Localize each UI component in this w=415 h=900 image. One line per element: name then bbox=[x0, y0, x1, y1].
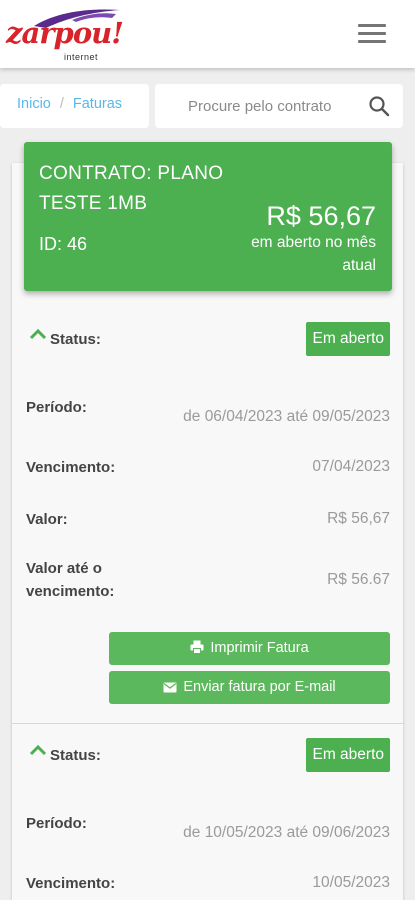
email-invoice-label: Enviar fatura por E-mail bbox=[183, 679, 336, 695]
open-amount: R$ 56,67 bbox=[266, 201, 376, 231]
contract-id: ID: 46 bbox=[39, 234, 88, 254]
due-date-label: Vencimento: bbox=[26, 459, 116, 476]
due-date-value: 10/05/2023 bbox=[312, 874, 390, 891]
email-invoice-button[interactable]: Enviar fatura por E-mail bbox=[109, 671, 390, 704]
zarpou-logo[interactable]: zarpou! internet bbox=[4, 6, 128, 62]
breadcrumb-current-link[interactable]: Faturas bbox=[73, 96, 122, 112]
period-label: Período: bbox=[26, 815, 87, 832]
breadcrumb: Inicio / Faturas bbox=[0, 84, 149, 128]
period-value: de 10/05/2023 até 09/06/2023 bbox=[183, 824, 390, 841]
status-label: Status: bbox=[50, 747, 101, 764]
period-value: de 06/04/2023 até 09/05/2023 bbox=[183, 408, 390, 425]
invoice-item: Status: Em aberto Período: de 06/04/2023… bbox=[12, 322, 403, 704]
status-row[interactable]: Status: Em aberto bbox=[12, 322, 403, 358]
contract-name: CONTRATO: PLANO TESTE 1MB bbox=[39, 163, 224, 214]
envelope-icon bbox=[163, 682, 177, 693]
amount-value: R$ 56,67 bbox=[327, 510, 390, 527]
breadcrumb-separator: / bbox=[59, 96, 64, 112]
status-row[interactable]: Status: Em aberto bbox=[12, 738, 403, 774]
due-date-value: 07/04/2023 bbox=[312, 458, 390, 475]
open-amount-label: em aberto no mês atual bbox=[251, 234, 376, 274]
invoice-item: Status: Em aberto Período: de 10/05/2023… bbox=[12, 738, 403, 900]
contract-search bbox=[155, 84, 403, 128]
hamburger-menu-icon[interactable] bbox=[358, 24, 386, 44]
print-invoice-button[interactable]: Imprimir Fatura bbox=[109, 632, 390, 665]
print-invoice-label: Imprimir Fatura bbox=[210, 640, 309, 656]
search-icon[interactable] bbox=[367, 94, 391, 118]
status-label: Status: bbox=[50, 331, 101, 348]
amount-until-due-label: Valor até o vencimento: bbox=[26, 560, 115, 600]
contract-card: CONTRATO: PLANO TESTE 1MB ID: 46 R$ 56,6… bbox=[24, 142, 392, 291]
logo-wordmark: zarpou! bbox=[6, 16, 124, 50]
status-badge: Em aberto bbox=[306, 738, 390, 772]
invoice-divider bbox=[12, 723, 403, 724]
top-bar: zarpou! internet bbox=[0, 0, 415, 68]
chevron-up-icon[interactable] bbox=[29, 744, 47, 756]
logo-subtitle: internet bbox=[64, 52, 99, 62]
amount-until-due-value: R$ 56.67 bbox=[327, 571, 390, 588]
search-input[interactable] bbox=[155, 84, 360, 128]
printer-icon bbox=[190, 640, 204, 654]
amount-label: Valor: bbox=[26, 511, 68, 528]
chevron-up-icon[interactable] bbox=[29, 328, 47, 340]
period-label: Período: bbox=[26, 399, 87, 416]
status-badge: Em aberto bbox=[306, 322, 390, 356]
breadcrumb-home-link[interactable]: Inicio bbox=[17, 96, 51, 112]
due-date-label: Vencimento: bbox=[26, 875, 116, 892]
